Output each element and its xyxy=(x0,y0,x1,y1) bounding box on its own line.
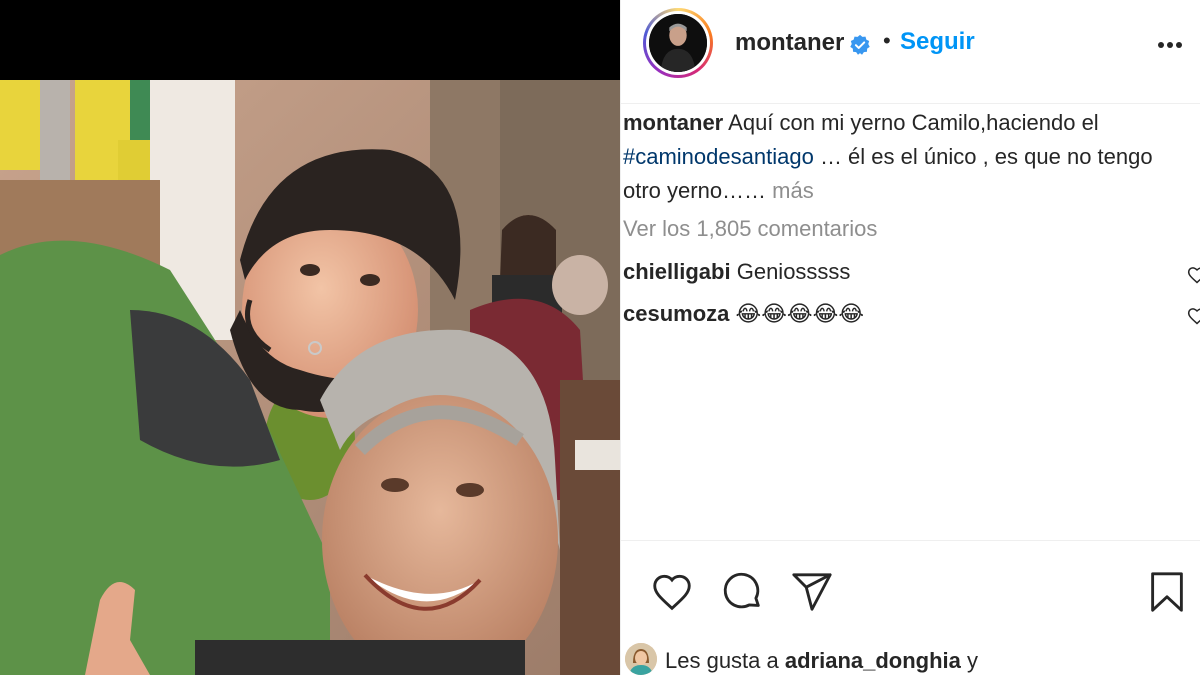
caption-hashtag[interactable]: #caminodesantiago xyxy=(623,144,814,169)
caption-text-line3: otro yerno…… xyxy=(623,178,773,203)
post-caption: montaner Aquí con mi yerno Camilo,hacien… xyxy=(623,106,1200,208)
post-author-username[interactable]: montaner xyxy=(735,29,844,57)
liker-avatar[interactable] xyxy=(625,643,657,675)
liker-profile-picture xyxy=(625,643,657,675)
paper-plane-icon xyxy=(792,573,832,611)
selfie-photo xyxy=(0,80,620,675)
caption-text-line1: Aquí con mi yerno Camilo,haciendo el xyxy=(728,110,1099,135)
comment-username[interactable]: chielligabi xyxy=(623,259,731,284)
comment-like-heart-icon[interactable] xyxy=(1187,306,1200,326)
separator-dot: • xyxy=(883,28,891,53)
comment-item: chielligabi Geniosssss xyxy=(623,259,850,285)
comment-item: cesumoza 😂😂😂😂😂 xyxy=(623,301,864,327)
follow-button[interactable]: Seguir xyxy=(900,28,975,56)
comment-bubble-icon xyxy=(723,572,760,609)
likes-suffix: y xyxy=(967,647,979,673)
comment-text: 😂😂😂😂😂 xyxy=(735,301,865,326)
likes-username[interactable]: adriana_donghia xyxy=(785,648,961,673)
comment-text: Geniosssss xyxy=(736,259,851,284)
comment-button[interactable] xyxy=(719,569,765,615)
comment-like-heart-icon[interactable] xyxy=(1187,265,1200,285)
share-button[interactable] xyxy=(789,569,835,615)
likes-prefix: Les gusta a xyxy=(665,647,779,673)
likes-summary: Les gusta a adriana_donghia y xyxy=(625,643,979,675)
bookmark-icon xyxy=(1151,572,1183,612)
more-options-icon[interactable] xyxy=(1153,28,1187,62)
post-header: montaner • Seguir xyxy=(621,0,1200,104)
profile-picture xyxy=(649,14,707,72)
save-button[interactable] xyxy=(1144,569,1190,615)
comment-username[interactable]: cesumoza xyxy=(623,301,729,326)
caption-text-line2: … él es el único , es que no tengo xyxy=(819,144,1153,169)
caption-username[interactable]: montaner xyxy=(623,110,723,135)
post-media-area xyxy=(0,0,620,675)
heart-icon xyxy=(653,574,691,611)
post-detail-panel: montaner • Seguir montaner Aquí con mi y… xyxy=(620,0,1200,675)
view-all-comments-link[interactable]: Ver los 1,805 comentarios xyxy=(623,216,877,242)
caption-more-link[interactable]: más xyxy=(772,178,814,203)
post-photo[interactable] xyxy=(0,80,620,675)
avatar[interactable] xyxy=(643,8,713,78)
post-action-bar xyxy=(621,540,1200,636)
verified-badge-icon xyxy=(850,34,870,55)
like-button[interactable] xyxy=(649,569,695,615)
